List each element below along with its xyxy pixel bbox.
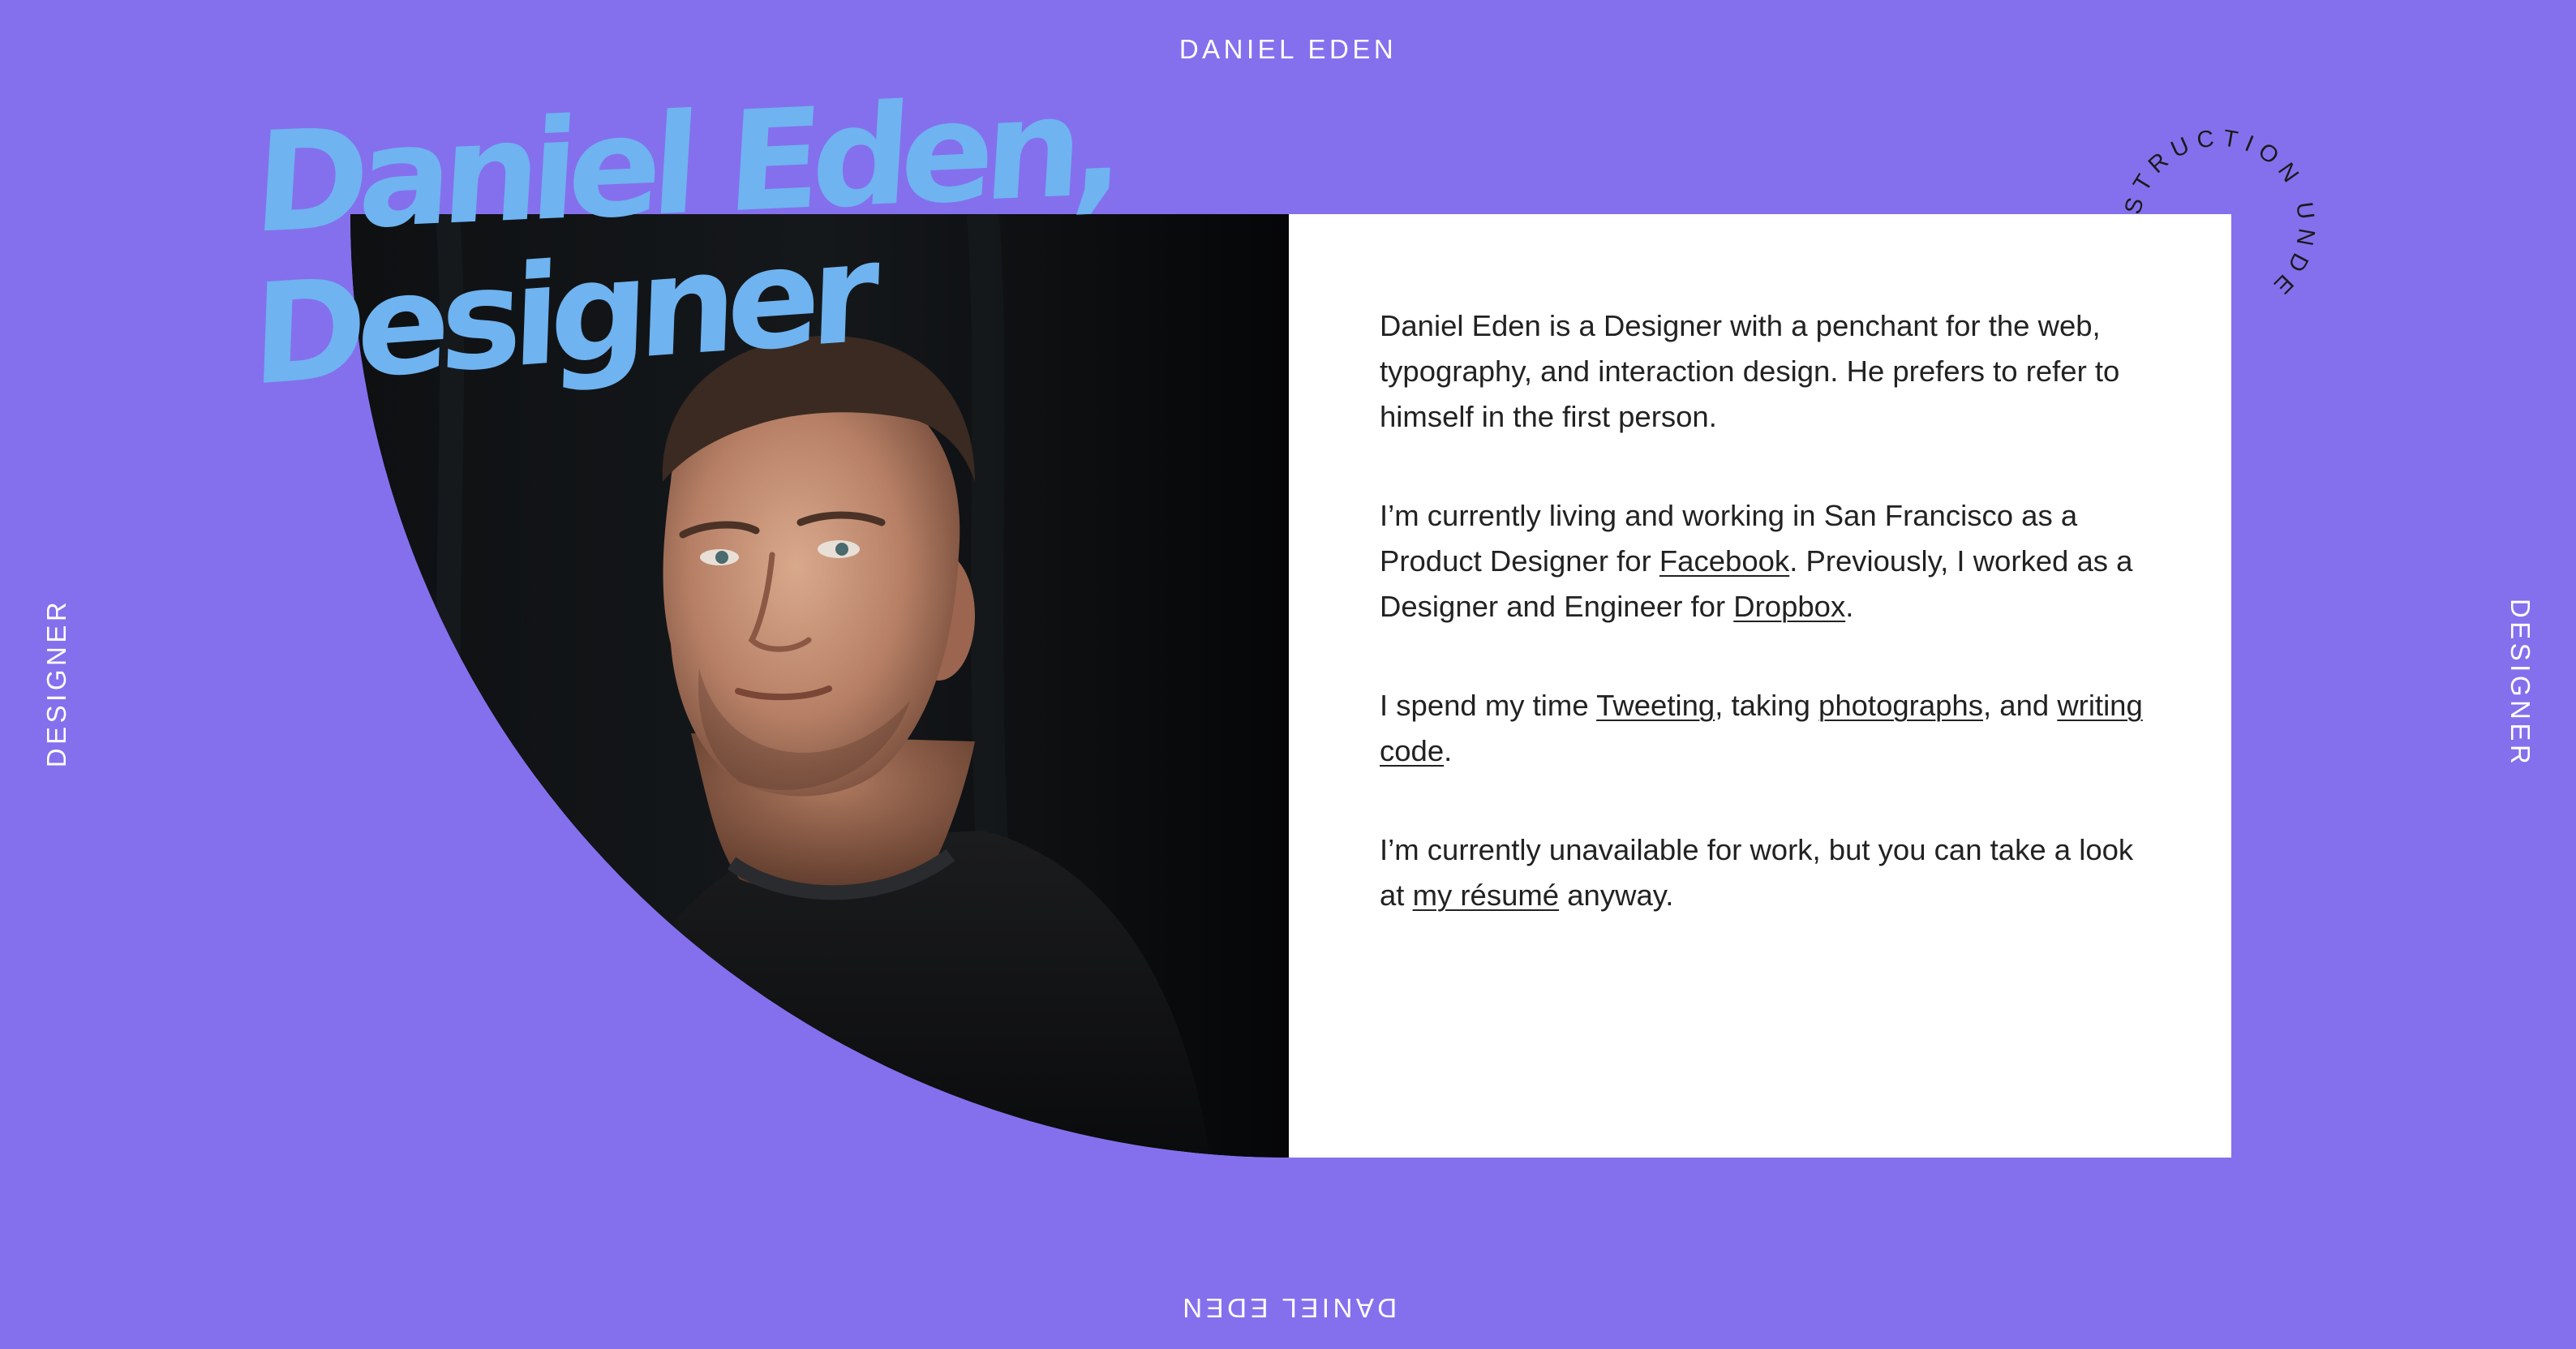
headline: Daniel Eden, Designer	[250, 66, 1121, 436]
bio-work-text: .	[1845, 590, 1854, 623]
badge-text-path: STRUCTION UNDE	[2120, 125, 2312, 303]
bio-hobbies-text: , taking	[1715, 689, 1819, 722]
facebook-link[interactable]: Facebook	[1659, 544, 1789, 578]
tweeting-link[interactable]: Tweeting	[1596, 689, 1715, 722]
bio-work-paragraph: I’m currently living and working in San …	[1380, 493, 2150, 629]
bio-intro-paragraph: Daniel Eden is a Designer with a penchan…	[1380, 309, 2120, 433]
bottom-name-label: DANIEL EDEN	[1179, 1293, 1397, 1323]
bio-availability-paragraph: I’m currently unavailable for work, but …	[1380, 827, 2150, 918]
under-construction-badge: STRUCTION UNDE	[2120, 125, 2320, 303]
bio-hobbies-paragraph: I spend my time Tweeting, taking photogr…	[1380, 683, 2150, 774]
badge-text: STRUCTION UNDE	[2120, 125, 2320, 303]
bio-hobbies-text: , and	[1982, 689, 2058, 722]
left-designer-label: DESIGNER	[41, 598, 71, 768]
dropbox-link[interactable]: Dropbox	[1733, 590, 1845, 623]
bio-card: Daniel Eden is a Designer with a penchan…	[1289, 214, 2231, 1158]
photographs-link[interactable]: photographs	[1818, 689, 1983, 722]
bio-hobbies-text: I spend my time	[1380, 689, 1597, 722]
resume-link[interactable]: my résumé	[1413, 879, 1560, 912]
top-name-label: DANIEL EDEN	[1179, 34, 1397, 64]
bio-hobbies-text: .	[1444, 734, 1453, 767]
bio-availability-text: anyway.	[1559, 879, 1674, 912]
right-designer-label: DESIGNER	[2505, 598, 2535, 768]
